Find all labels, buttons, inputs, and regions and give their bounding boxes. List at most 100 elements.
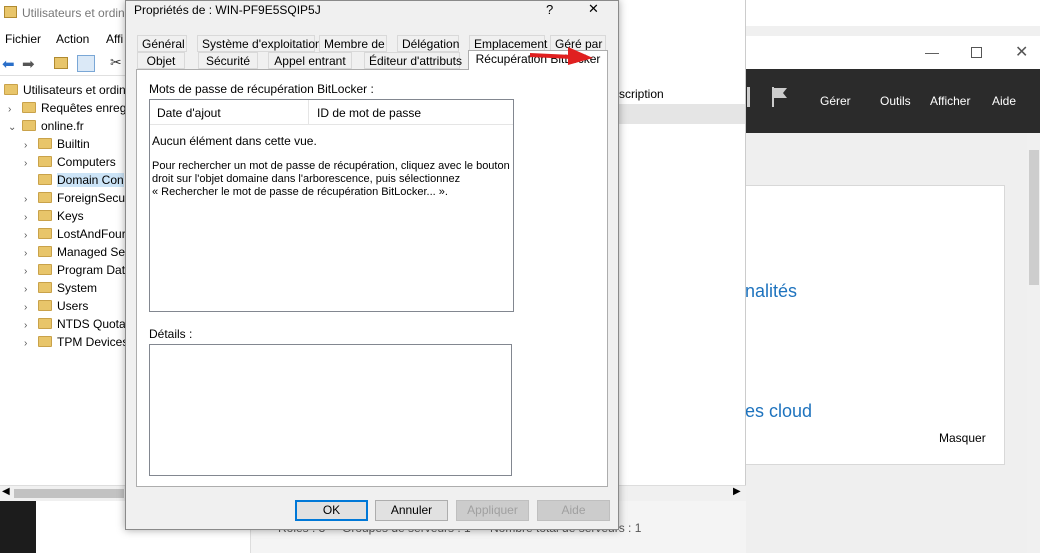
- maximize-icon[interactable]: [971, 47, 982, 58]
- tree-item[interactable]: Utilisateurs et ordina: [4, 83, 127, 101]
- folder-icon: [38, 192, 52, 203]
- menu-help[interactable]: Aide: [992, 94, 1016, 108]
- folder-icon: [38, 246, 52, 257]
- tab-member-of[interactable]: Membre de: [319, 35, 387, 52]
- tree-item-label: Utilisateurs et ordina: [23, 83, 127, 97]
- close-icon[interactable]: ✕: [1015, 42, 1028, 62]
- forward-arrow-icon[interactable]: ➡: [22, 55, 35, 73]
- aduc-menubar: Fichier Action Affi: [0, 30, 128, 48]
- cut-icon[interactable]: ✂: [110, 54, 122, 71]
- folder-icon: [38, 210, 52, 221]
- folder-icon: [22, 102, 36, 113]
- column-separator[interactable]: [308, 100, 309, 125]
- chevron-right-icon[interactable]: ›: [24, 158, 34, 169]
- list-item[interactable]: [615, 104, 745, 124]
- tree-item-label: Program Dat: [57, 263, 126, 277]
- scrollbar-thumb[interactable]: [1029, 150, 1039, 285]
- menu-file[interactable]: Fichier: [5, 32, 41, 46]
- scrollbar-thumb[interactable]: [14, 489, 124, 498]
- chevron-right-icon[interactable]: ›: [24, 212, 34, 223]
- tree-item-label: LostAndFour: [57, 227, 126, 241]
- column-header[interactable]: scription: [615, 84, 745, 104]
- tree-item[interactable]: › Program Dat: [24, 263, 125, 281]
- chevron-right-icon[interactable]: ›: [24, 248, 34, 259]
- tree-item[interactable]: Domain Con: [24, 173, 124, 191]
- close-icon[interactable]: ✕: [588, 1, 599, 17]
- chevron-right-icon[interactable]: ›: [24, 230, 34, 241]
- help-icon[interactable]: ?: [546, 2, 553, 17]
- tree-item[interactable]: ⌄ online.fr: [8, 119, 84, 137]
- flag-icon[interactable]: [771, 85, 791, 112]
- chevron-right-icon[interactable]: ›: [24, 302, 34, 313]
- tab-attribute-editor[interactable]: Éditeur d'attributs: [364, 52, 462, 69]
- scroll-right-icon[interactable]: ▶: [733, 486, 741, 497]
- chevron-right-icon[interactable]: ›: [24, 320, 34, 331]
- tree-item[interactable]: › Requêtes enregi: [8, 101, 127, 119]
- folder-icon: [38, 318, 52, 329]
- menu-action[interactable]: Action: [56, 32, 89, 46]
- apply-button[interactable]: Appliquer: [456, 500, 529, 521]
- tab-panel: Mots de passe de récupération BitLocker …: [136, 69, 608, 487]
- server-manager-inner-titlebar: — ✕: [745, 36, 1040, 70]
- chevron-right-icon[interactable]: ›: [24, 140, 34, 151]
- ok-button[interactable]: OK: [295, 500, 368, 521]
- tree-item[interactable]: › ForeignSecur: [24, 191, 127, 209]
- hint-line: Pour rechercher un mot de passe de récup…: [152, 160, 510, 172]
- folder-icon: [38, 228, 52, 239]
- tree-item[interactable]: › Keys: [24, 209, 84, 227]
- tree-item[interactable]: › Builtin: [24, 137, 90, 155]
- up-folder-icon[interactable]: [54, 57, 68, 69]
- tab-general[interactable]: Général: [137, 35, 187, 52]
- details-box[interactable]: [149, 344, 512, 476]
- properties-dialog: Propriétés de : WIN-PF9E5SQIP5J ? ✕ Géné…: [125, 0, 619, 530]
- folder-icon: [38, 300, 52, 311]
- empty-message: Aucun élément dans cette vue.: [152, 134, 317, 148]
- help-button[interactable]: Aide: [537, 500, 610, 521]
- hint-line: droit sur l'objet domaine dans l'arbores…: [152, 173, 461, 185]
- tab-security[interactable]: Sécurité: [198, 52, 258, 69]
- cloud-link[interactable]: es cloud: [745, 401, 812, 422]
- aduc-title: Utilisateurs et ordin: [22, 6, 125, 20]
- folder-icon: [38, 138, 52, 149]
- cancel-button[interactable]: Annuler: [375, 500, 448, 521]
- tree-item[interactable]: › Users: [24, 299, 88, 317]
- hint-line: « Rechercher le mot de passe de récupéra…: [152, 186, 448, 198]
- tab-object[interactable]: Objet: [137, 52, 185, 69]
- menu-view[interactable]: Affi: [106, 32, 123, 46]
- hide-link[interactable]: Masquer: [939, 431, 986, 445]
- tree-item-label: Computers: [57, 155, 116, 169]
- features-link[interactable]: nalités: [745, 281, 797, 302]
- column-password-id[interactable]: ID de mot de passe: [317, 106, 421, 120]
- chevron-right-icon[interactable]: ›: [24, 284, 34, 295]
- minimize-icon[interactable]: —: [925, 44, 939, 60]
- scroll-left-icon[interactable]: ◀: [2, 486, 10, 497]
- chevron-down-icon[interactable]: ⌄: [8, 122, 18, 133]
- chevron-right-icon[interactable]: ›: [8, 104, 18, 115]
- chevron-right-icon[interactable]: ›: [24, 194, 34, 205]
- chevron-right-icon[interactable]: ›: [24, 338, 34, 349]
- menu-tools[interactable]: Outils: [880, 94, 911, 108]
- back-arrow-icon[interactable]: ⬅: [2, 55, 15, 73]
- folder-icon: [38, 174, 52, 185]
- details-label: Détails :: [149, 327, 193, 341]
- menu-manage[interactable]: Gérer: [820, 94, 851, 108]
- tree-item[interactable]: › NTDS Quota: [24, 317, 126, 335]
- recovery-list[interactable]: Date d'ajout ID de mot de passe Aucun él…: [149, 99, 514, 312]
- chevron-right-icon[interactable]: ›: [24, 266, 34, 277]
- tab-delegation[interactable]: Délégation: [397, 35, 459, 52]
- tree-item[interactable]: › Managed Se: [24, 245, 125, 263]
- tree-item[interactable]: › System: [24, 281, 97, 299]
- tab-operating-system[interactable]: Système d'exploitation: [197, 35, 322, 52]
- tree-item[interactable]: › TPM Devices: [24, 335, 127, 353]
- tree-item[interactable]: › Computers: [24, 155, 116, 173]
- folder-icon: [22, 120, 36, 131]
- tree-item-label: System: [57, 281, 98, 295]
- console-tree-icon[interactable]: [77, 55, 95, 72]
- menu-view[interactable]: Afficher: [930, 94, 970, 108]
- tree-item[interactable]: › LostAndFour: [24, 227, 126, 245]
- column-date-added[interactable]: Date d'ajout: [157, 106, 221, 120]
- folder-icon: [38, 336, 52, 347]
- tree-item-label: Requêtes enregi: [41, 101, 127, 115]
- tab-dial-in[interactable]: Appel entrant: [268, 52, 352, 69]
- folder-icon: [38, 282, 52, 293]
